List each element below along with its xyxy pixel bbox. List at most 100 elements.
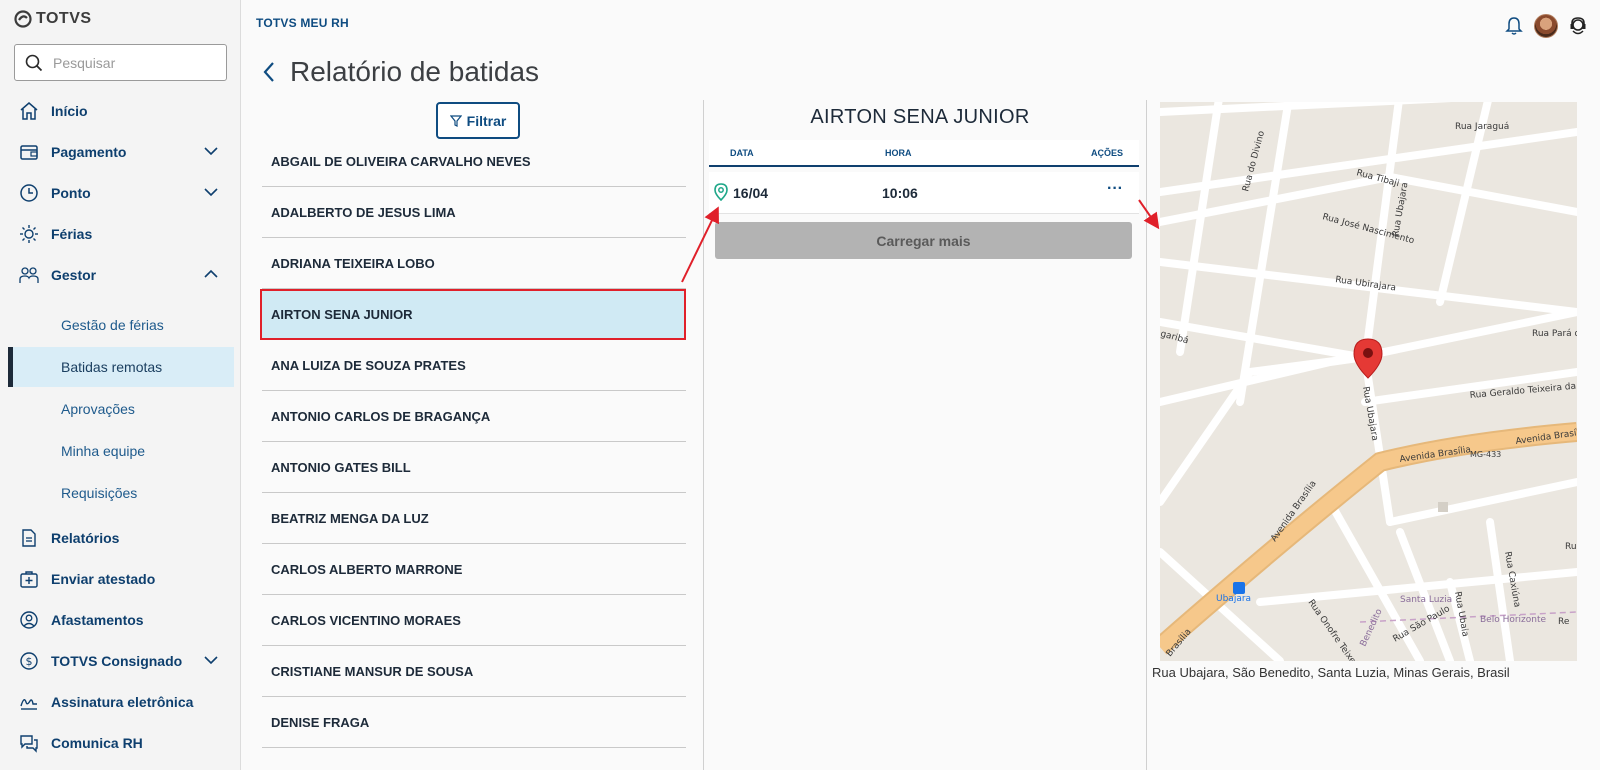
- nav-item-totvs-consignado[interactable]: $ TOTVS Consignado: [0, 643, 240, 679]
- column-divider: [703, 100, 704, 770]
- employee-name: CARLOS ALBERTO MARRONE: [271, 561, 463, 577]
- totvs-logo-icon: [14, 10, 32, 28]
- clock-icon: [20, 184, 38, 202]
- employee-list: ABGAIL DE OLIVEIRA CARVALHO NEVES ADALBER…: [260, 136, 686, 748]
- nav-label: Pagamento: [51, 144, 127, 160]
- nav-item-comunica-rh[interactable]: Comunica RH: [0, 725, 240, 761]
- filter-button[interactable]: Filtrar: [436, 102, 520, 139]
- logo-text: TOTVS: [36, 10, 92, 27]
- signature-icon: [20, 699, 37, 710]
- nav-label: Comunica RH: [51, 735, 143, 751]
- back-arrow-icon[interactable]: [262, 60, 276, 84]
- employee-name: ANA LUIZA DE SOUZA PRATES: [271, 357, 466, 373]
- search-box[interactable]: [14, 44, 227, 81]
- team-icon: [19, 267, 39, 283]
- column-header-date: DATA: [730, 148, 754, 158]
- employee-row[interactable]: ANTONIO CARLOS DE BRAGANÇA: [262, 391, 686, 442]
- nav-label: Assinatura eletrônica: [51, 694, 194, 710]
- column-header-actions: AÇÕES: [1090, 148, 1123, 158]
- nav-item-ferias[interactable]: Férias: [0, 216, 240, 252]
- user-away-icon: [20, 611, 38, 629]
- filter-label: Filtrar: [466, 112, 507, 129]
- employee-row[interactable]: AIRTON SENA JUNIOR: [260, 289, 686, 340]
- svg-text:Rua Jaraguá: Rua Jaraguá: [1455, 122, 1509, 132]
- record-date: 16/04: [733, 185, 769, 201]
- employee-row[interactable]: ANTONIO GATES BILL: [262, 442, 686, 493]
- column-header-time: HORA: [885, 148, 912, 158]
- nav-item-afastamentos[interactable]: Afastamentos: [0, 602, 240, 638]
- employee-row[interactable]: ANA LUIZA DE SOUZA PRATES: [262, 340, 686, 391]
- nav-item-ponto[interactable]: Ponto: [0, 175, 240, 211]
- employee-name: DENISE FRAGA: [271, 714, 370, 730]
- employee-name: AIRTON SENA JUNIOR: [271, 307, 413, 322]
- employee-name: BEATRIZ MENGA DA LUZ: [271, 510, 429, 526]
- report-icon: [22, 529, 36, 547]
- sub-item-minha-equipe[interactable]: Minha equipe: [8, 431, 234, 471]
- page-title: Relatório de batidas: [290, 56, 540, 87]
- filter-icon: [449, 114, 462, 127]
- annotation-arrow: [1138, 199, 1160, 230]
- load-more-button[interactable]: Carregar mais: [715, 222, 1132, 259]
- nav-label: Enviar atestado: [51, 571, 156, 587]
- annotation-arrow: [681, 206, 719, 283]
- sub-item-requisicoes[interactable]: Requisições: [8, 473, 234, 513]
- nav-label: Relatórios: [51, 530, 120, 546]
- employee-row[interactable]: DENISE FRAGA: [262, 697, 686, 748]
- record-time: 10:06: [882, 185, 918, 201]
- nav-label: Gestor: [51, 267, 97, 283]
- chevron-up-icon: [204, 269, 218, 278]
- header-actions: [1504, 14, 1588, 38]
- chevron-down-icon: [204, 656, 218, 665]
- medical-bag-icon: [20, 571, 38, 588]
- map-view[interactable]: Rua Jaraguá Rua do Divino Rua Tibaji Rua…: [1160, 102, 1577, 661]
- bell-icon[interactable]: [1504, 16, 1524, 36]
- employee-row[interactable]: BEATRIZ MENGA DA LUZ: [262, 493, 686, 544]
- employee-row[interactable]: CARLOS ALBERTO MARRONE: [262, 544, 686, 595]
- svg-text:Belo Horizonte: Belo Horizonte: [1480, 615, 1547, 625]
- table-row[interactable]: 16/04 10:06 ···: [709, 172, 1139, 214]
- nav-item-pagamento[interactable]: Pagamento: [0, 134, 240, 170]
- employee-name: ANTONIO CARLOS DE BRAGANÇA: [271, 408, 491, 424]
- nav-item-relatorios[interactable]: Relatórios: [0, 520, 240, 556]
- avatar[interactable]: [1534, 14, 1558, 38]
- nav-item-inicio[interactable]: Início: [0, 93, 240, 129]
- employee-row[interactable]: CARLOS VICENTINO MORAES: [262, 595, 686, 646]
- employee-row[interactable]: ADRIANA TEIXEIRA LOBO: [262, 238, 686, 289]
- sun-icon: [20, 225, 38, 243]
- svg-text:MG-433: MG-433: [1470, 450, 1501, 459]
- nav-item-assinatura-eletronica[interactable]: Assinatura eletrônica: [0, 684, 240, 720]
- chat-icon: [20, 735, 38, 753]
- sub-item-gestao-ferias[interactable]: Gestão de férias: [8, 305, 234, 345]
- sidebar: TOTVS Início Pagamento Ponto Férias Gest…: [0, 0, 241, 770]
- employee-name: ADALBERTO DE JESUS LIMA: [271, 204, 456, 220]
- employee-row[interactable]: ADALBERTO DE JESUS LIMA: [262, 187, 686, 238]
- nav-label: Férias: [51, 226, 93, 242]
- employee-name: CRISTIANE MANSUR DE SOUSA: [271, 663, 474, 679]
- employee-row[interactable]: CRISTIANE MANSUR DE SOUSA: [262, 646, 686, 697]
- svg-text:Re: Re: [1558, 617, 1570, 627]
- location-pin-icon[interactable]: [714, 183, 728, 201]
- more-actions-button[interactable]: ···: [1107, 180, 1123, 198]
- support-icon[interactable]: [1568, 16, 1588, 36]
- sub-item-batidas-remotas[interactable]: Batidas remotas: [8, 347, 234, 387]
- chevron-down-icon: [204, 147, 218, 156]
- employee-row[interactable]: ABGAIL DE OLIVEIRA CARVALHO NEVES: [262, 136, 686, 187]
- wallet-icon: [20, 145, 38, 160]
- sub-item-aprovacoes[interactable]: Aprovações: [8, 389, 234, 429]
- svg-text:Rua M: Rua M: [1565, 542, 1577, 552]
- map-canvas[interactable]: Rua Jaraguá Rua do Divino Rua Tibaji Rua…: [1160, 102, 1577, 661]
- search-input[interactable]: [53, 54, 213, 71]
- nav-label: Afastamentos: [51, 612, 144, 628]
- column-divider: [1146, 100, 1147, 770]
- nav-label: TOTVS Consignado: [51, 653, 183, 669]
- map-address: Rua Ubajara, São Benedito, Santa Luzia, …: [1152, 665, 1510, 680]
- totvs-logo[interactable]: TOTVS: [14, 10, 92, 28]
- svg-text:$: $: [26, 655, 33, 668]
- nav-item-gestor[interactable]: Gestor: [0, 257, 240, 293]
- employee-name: ANTONIO GATES BILL: [271, 459, 411, 475]
- nav-item-enviar-atestado[interactable]: Enviar atestado: [0, 561, 240, 597]
- brand-title: TOTVS MEU RH: [256, 16, 349, 30]
- svg-text:Rua Pará d: Rua Pará d: [1532, 329, 1577, 339]
- svg-text:Santa Luzia: Santa Luzia: [1400, 595, 1452, 605]
- home-icon: [20, 102, 38, 120]
